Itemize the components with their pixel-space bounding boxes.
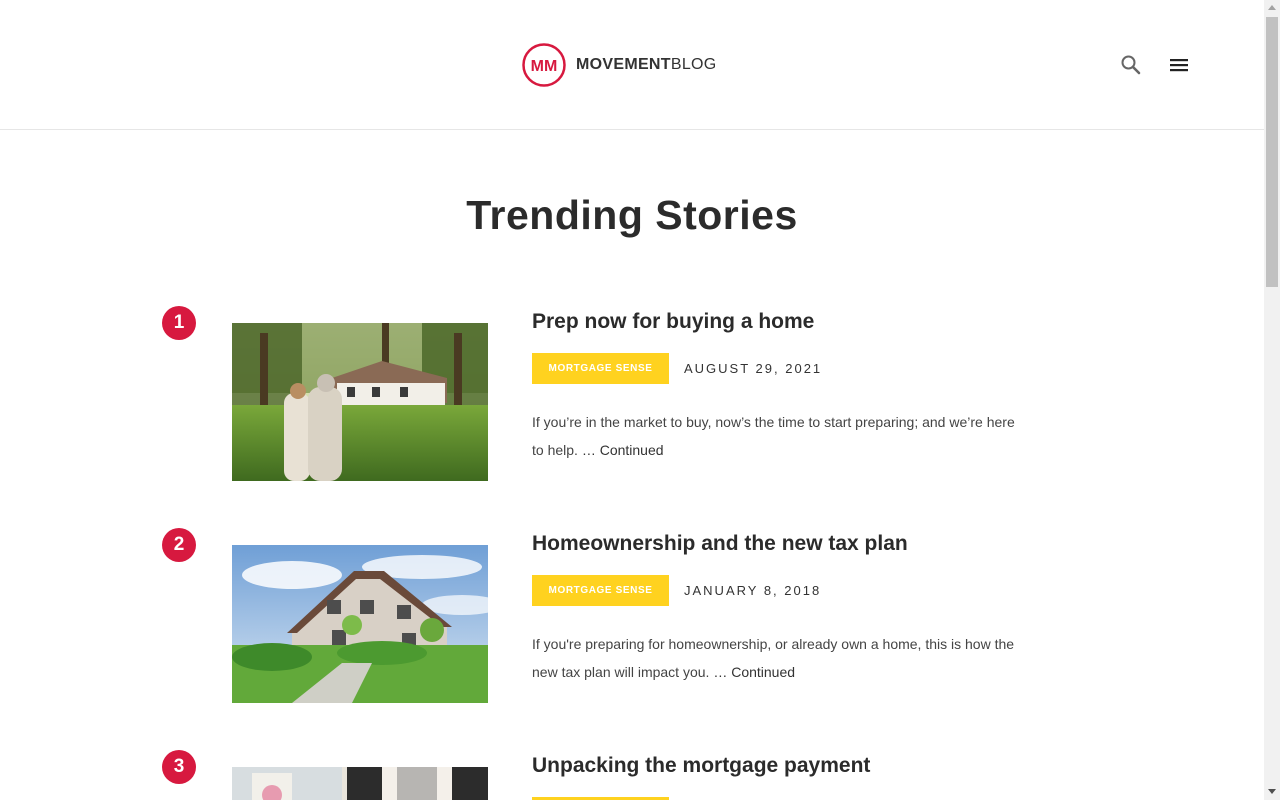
story-item: 1 Prep now for buying a home MORTGAGE SE…	[0, 306, 1264, 506]
section-title: Trending Stories	[466, 192, 798, 238]
rank-badge: 1	[162, 306, 196, 340]
scroll-down-arrow-icon[interactable]	[1268, 789, 1276, 794]
logo-text: MOVEMENTBLOG	[576, 56, 717, 74]
scrollbar-thumb[interactable]	[1266, 17, 1278, 287]
story-title[interactable]: Unpacking the mortgage payment	[532, 754, 870, 778]
story-thumbnail[interactable]	[232, 767, 488, 800]
story-thumbnail[interactable]	[232, 545, 488, 703]
site-header: MM MOVEMENTBLOG	[0, 0, 1264, 130]
site-logo[interactable]: MM MOVEMENTBLOG	[522, 43, 717, 87]
category-tag[interactable]: MORTGAGE SENSE	[532, 353, 669, 384]
continued-link[interactable]: … Continued	[582, 442, 664, 458]
story-excerpt: If you’re in the market to buy, now’s th…	[532, 408, 1017, 464]
story-title[interactable]: Prep now for buying a home	[532, 310, 814, 334]
story-item: 3 Unpacking the mortgage payment	[0, 750, 1264, 800]
story-image	[232, 323, 488, 481]
rank-badge: 3	[162, 750, 196, 784]
story-date: JANUARY 8, 2018	[684, 583, 822, 598]
story-excerpt: If you're preparing for homeownership, o…	[532, 630, 1017, 686]
logo-mark-icon: MM	[522, 43, 566, 87]
rank-badge: 2	[162, 528, 196, 562]
continued-link[interactable]: … Continued	[713, 664, 795, 680]
menu-button[interactable]	[1167, 53, 1191, 77]
search-icon	[1121, 55, 1141, 75]
story-item: 2 Homeownership and the new tax plan MOR…	[0, 528, 1264, 728]
scroll-up-arrow-icon[interactable]	[1268, 5, 1276, 10]
logo-text-bold: MOVEMENT	[576, 56, 671, 73]
logo-text-light: BLOG	[670, 56, 717, 73]
hamburger-menu-icon	[1170, 59, 1188, 72]
search-button[interactable]	[1119, 53, 1143, 77]
logo-monogram: MM	[531, 58, 558, 75]
story-title[interactable]: Homeownership and the new tax plan	[532, 532, 908, 556]
story-thumbnail[interactable]	[232, 323, 488, 481]
story-image	[232, 545, 488, 703]
story-date: AUGUST 29, 2021	[684, 361, 823, 376]
category-tag[interactable]: MORTGAGE SENSE	[532, 575, 669, 606]
story-image	[232, 767, 488, 800]
scrollbar[interactable]	[1264, 0, 1280, 800]
